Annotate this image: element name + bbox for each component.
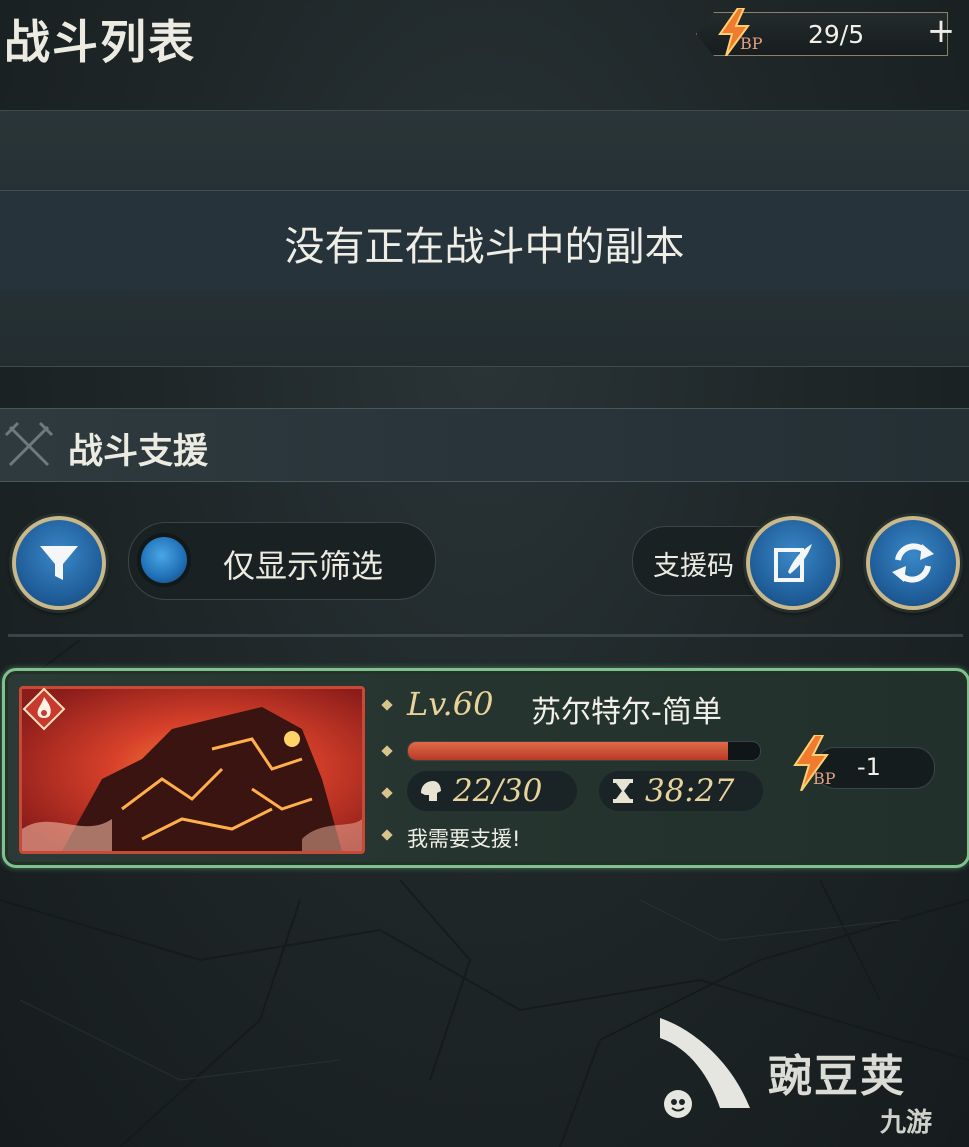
battle-card[interactable]: Lv.60 苏尔特尔-简单 22/30 38:27 我需要支援! BP -1 (2, 668, 969, 868)
bp-counter[interactable]: BP 29/5 + (690, 8, 962, 58)
watermark-logo (660, 1018, 750, 1118)
empty-state-message: 没有正在战斗中的副本 (284, 224, 685, 270)
filter-button[interactable] (12, 516, 106, 610)
support-section-header: 战斗支援 (0, 408, 969, 482)
support-code-label: 支援码 (653, 551, 734, 582)
battle-list-band-top (0, 110, 969, 191)
filter-toggle-label: 仅显示筛选 (223, 547, 384, 585)
bp-label: BP (740, 34, 763, 53)
support-code-button[interactable] (746, 516, 840, 610)
plus-icon[interactable]: + (920, 11, 962, 53)
filter-only-toggle[interactable]: 仅显示筛选 (128, 522, 436, 600)
quill-note-icon (774, 544, 812, 582)
watermark-text: 豌豆荚 (768, 1051, 906, 1102)
hourglass-icon (613, 779, 633, 803)
time-left: 38:27 (645, 773, 735, 809)
crossed-swords-icon (4, 421, 54, 467)
boss-hp-fill (408, 742, 729, 760)
watermark-sub: 九游 (880, 1108, 933, 1138)
refresh-arrows-icon (892, 543, 934, 583)
fire-element-icon (22, 687, 66, 731)
toggle-indicator[interactable] (141, 537, 187, 583)
help-message: 我需要支援! (407, 827, 521, 851)
row-marker (381, 829, 393, 841)
time-left-stat: 38:27 (599, 771, 763, 811)
bp-value: 29/5 (808, 20, 865, 49)
helmet-icon (421, 781, 441, 801)
boss-image (19, 686, 365, 854)
bp-cost-value: -1 (857, 753, 881, 781)
row-marker (381, 699, 393, 711)
row-marker (381, 745, 393, 757)
battle-list-band-bottom (0, 290, 969, 367)
participants-count: 22/30 (453, 773, 543, 809)
participants-stat: 22/30 (407, 771, 577, 811)
boss-level: Lv.60 (407, 685, 494, 723)
boss-hp-bar (407, 741, 761, 761)
page-title: 战斗列表 (4, 15, 196, 69)
bp-cost-label: BP (813, 769, 836, 788)
row-marker (381, 787, 393, 799)
section-title: 战斗支援 (68, 432, 209, 472)
refresh-button[interactable] (866, 516, 960, 610)
boss-name: 苏尔特尔-简单 (531, 695, 722, 730)
divider (8, 634, 963, 637)
filter-funnel-icon (40, 546, 78, 580)
